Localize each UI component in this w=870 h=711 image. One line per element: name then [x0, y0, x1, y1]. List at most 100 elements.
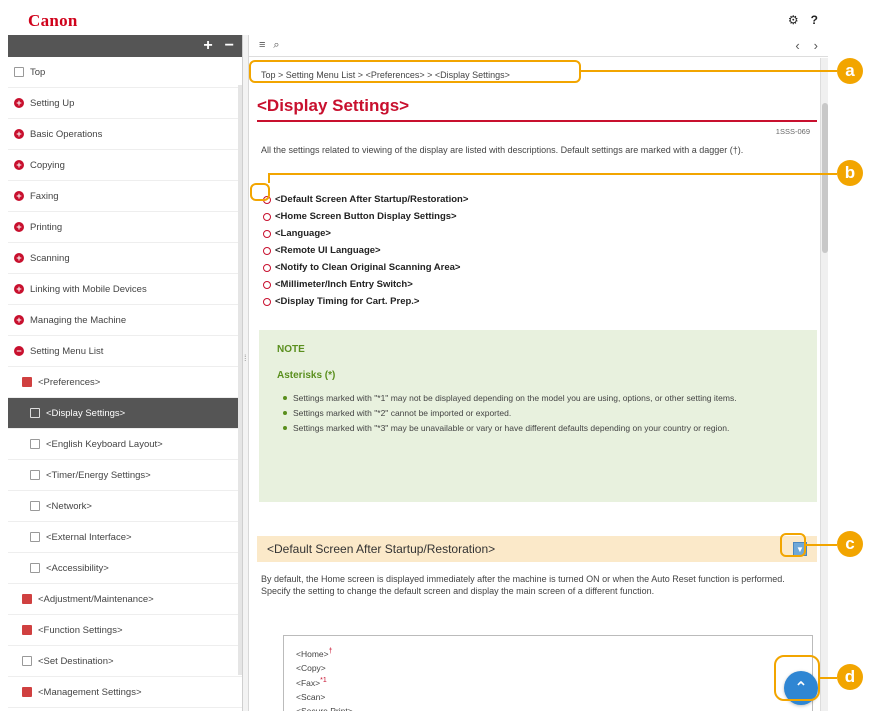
- sidebar-item[interactable]: + Copying: [8, 150, 242, 181]
- page-icon: [30, 563, 40, 573]
- sidebar-item[interactable]: + Faxing: [8, 181, 242, 212]
- sidebar-item[interactable]: <Function Settings>: [8, 615, 242, 646]
- note-item: Settings marked with "*1" may not be dis…: [283, 392, 793, 404]
- sidebar-item[interactable]: <External Interface>: [8, 522, 242, 553]
- sidebar-item[interactable]: <Adjustment/Maintenance>: [8, 584, 242, 615]
- option-line: <Home>†: [296, 646, 800, 660]
- sidebar-item[interactable]: <Accessibility>: [8, 553, 242, 584]
- option-line: <Scan>: [296, 689, 800, 703]
- help-icon[interactable]: ?: [811, 13, 818, 27]
- page-icon: [30, 501, 40, 511]
- brand-bar: Canon ⚙ ?: [8, 8, 828, 34]
- note-subtitle: Asterisks (*): [277, 370, 336, 381]
- section-body: By default, the Home screen is displayed…: [261, 574, 785, 596]
- sidebar-header: + −: [8, 35, 242, 57]
- toc-link[interactable]: <Remote UI Language>: [263, 242, 468, 259]
- sidebar-item[interactable]: <Management Settings>: [8, 677, 242, 708]
- circle-arrow-icon: [263, 212, 271, 221]
- sidebar-item[interactable]: Top: [8, 57, 242, 88]
- sidebar-item-label: Setting Menu List: [30, 345, 104, 357]
- document-id: 1SSS-069: [775, 127, 810, 136]
- plus-circle-icon: +: [14, 222, 24, 232]
- option-label: <Fax>: [296, 677, 321, 688]
- option-line: <Secure Print>: [296, 703, 800, 711]
- option-label: <Home>: [296, 648, 329, 659]
- sidebar-item[interactable]: <Preferences>: [8, 367, 242, 398]
- folder-icon: [22, 625, 32, 635]
- circle-arrow-icon: [263, 229, 271, 238]
- page-toc: <Default Screen After Startup/Restoratio…: [263, 191, 468, 310]
- scrollbar-thumb[interactable]: [822, 103, 828, 253]
- toc-list-icon[interactable]: ≡: [259, 39, 265, 52]
- sidebar-item-label: <Preferences>: [38, 376, 101, 388]
- note-list: Settings marked with "*1" may not be dis…: [283, 392, 793, 437]
- toc-link-label: <Notify to Clean Original Scanning Area>: [275, 262, 461, 273]
- sidebar-tree: Top + Setting Up + Basic Operations + Copying +…: [8, 57, 242, 708]
- toc-link-label: <Remote UI Language>: [275, 245, 381, 256]
- page-icon: [30, 408, 40, 418]
- sidebar-item-label: <Accessibility>: [46, 562, 109, 574]
- option-label: <Scan>: [296, 691, 326, 702]
- sidebar-item[interactable]: <Timer/Energy Settings>: [8, 460, 242, 491]
- sidebar-item-label: Top: [30, 66, 46, 78]
- toc-link[interactable]: <Home Screen Button Display Settings>: [263, 208, 468, 225]
- sidebar-item[interactable]: <Network>: [8, 491, 242, 522]
- circle-arrow-icon: [263, 280, 271, 289]
- callout-b-line: [270, 173, 837, 175]
- circle-arrow-icon: [263, 246, 271, 255]
- plus-circle-icon: +: [14, 191, 24, 201]
- sidebar-item-label: <Network>: [46, 500, 92, 512]
- plus-circle-icon: +: [14, 315, 24, 325]
- note-item: Settings marked with "*3" may be unavail…: [283, 422, 793, 434]
- settings-icon[interactable]: ⚙: [788, 13, 799, 27]
- expand-all-button[interactable]: +: [203, 37, 212, 55]
- sidebar-item-label: <Function Settings>: [38, 624, 123, 636]
- callout-a-line: [581, 70, 837, 72]
- page-icon: [30, 470, 40, 480]
- sidebar-item[interactable]: <Display Settings>: [8, 398, 242, 429]
- page-icon: [30, 439, 40, 449]
- canon-logo[interactable]: Canon: [28, 11, 78, 31]
- toc-link[interactable]: <Default Screen After Startup/Restoratio…: [263, 191, 468, 208]
- plus-circle-icon: +: [14, 160, 24, 170]
- callout-c-badge: c: [837, 531, 863, 557]
- option-mark: *1: [320, 676, 327, 684]
- sidebar-item[interactable]: + Setting Up: [8, 88, 242, 119]
- toc-link[interactable]: <Language>: [263, 225, 468, 242]
- sidebar-item[interactable]: + Linking with Mobile Devices: [8, 274, 242, 305]
- note-title: NOTE: [277, 344, 305, 355]
- sidebar-item-label: Basic Operations: [30, 128, 103, 140]
- splitter-grip-icon[interactable]: ⁞: [244, 353, 247, 363]
- prev-page-icon[interactable]: ‹: [795, 38, 799, 53]
- sidebar-item[interactable]: <Set Destination>: [8, 646, 242, 677]
- search-icon[interactable]: ⌕: [273, 39, 279, 52]
- circle-arrow-icon: [263, 263, 271, 272]
- folder-icon: [22, 687, 32, 697]
- circle-arrow-icon: [263, 297, 271, 306]
- sidebar-item-label: <Set Destination>: [38, 655, 114, 667]
- section-header[interactable]: <Default Screen After Startup/Restoratio…: [257, 536, 817, 562]
- content-pane: Top > Setting Menu List > <Preferences> …: [249, 58, 824, 711]
- sidebar-item-label: Copying: [30, 159, 65, 171]
- sidebar-item[interactable]: + Scanning: [8, 243, 242, 274]
- sidebar-item[interactable]: + Basic Operations: [8, 119, 242, 150]
- sidebar-item-label: Linking with Mobile Devices: [30, 283, 147, 295]
- sidebar-item-label: Faxing: [30, 190, 59, 202]
- sidebar: + − Top + Setting Up + Basic Operations + Copy…: [8, 35, 243, 711]
- note-box: NOTE Asterisks (*) Settings marked with …: [259, 330, 817, 502]
- sidebar-item-label: <Display Settings>: [46, 407, 126, 419]
- sidebar-item[interactable]: + Managing the Machine: [8, 305, 242, 336]
- sidebar-item[interactable]: − Setting Menu List: [8, 336, 242, 367]
- sidebar-item[interactable]: <English Keyboard Layout>: [8, 429, 242, 460]
- collapse-all-button[interactable]: −: [225, 37, 234, 55]
- toc-link[interactable]: <Display Timing for Cart. Prep.>: [263, 293, 468, 310]
- sidebar-item-label: <External Interface>: [46, 531, 132, 543]
- next-page-icon[interactable]: ›: [814, 38, 818, 53]
- content-scrollbar[interactable]: [820, 58, 828, 711]
- title-underline: [257, 120, 817, 122]
- toc-link[interactable]: <Millimeter/Inch Entry Switch>: [263, 276, 468, 293]
- sidebar-item[interactable]: + Printing: [8, 212, 242, 243]
- toc-link[interactable]: <Notify to Clean Original Scanning Area>: [263, 259, 468, 276]
- callout-d-line: [820, 677, 837, 679]
- toc-link-label: <Language>: [275, 228, 331, 239]
